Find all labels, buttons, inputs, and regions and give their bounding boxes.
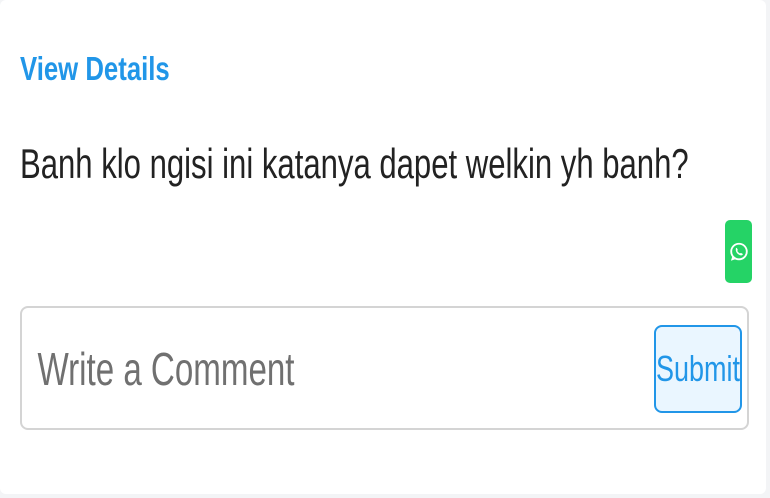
comment-form: Submit bbox=[20, 306, 749, 430]
comment-input[interactable] bbox=[36, 328, 471, 410]
whatsapp-share-button[interactable] bbox=[725, 220, 752, 283]
post-message: Banh klo ngisi ini katanya dapet welkin … bbox=[20, 140, 689, 187]
whatsapp-icon bbox=[729, 242, 748, 261]
post-card: View Details Banh klo ngisi ini katanya … bbox=[0, 0, 766, 494]
view-details-link[interactable]: View Details bbox=[20, 50, 170, 88]
submit-button-label: Submit bbox=[655, 348, 741, 389]
submit-button[interactable]: Submit bbox=[654, 325, 742, 413]
